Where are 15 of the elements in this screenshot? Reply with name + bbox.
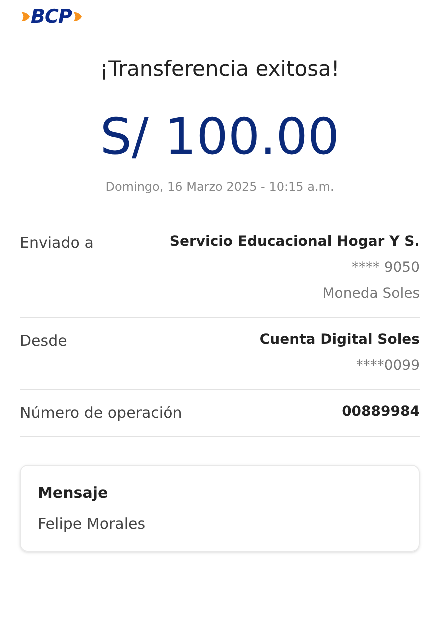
page-title: ¡Transferencia exitosa!	[99, 56, 341, 83]
message-text: Felipe Morales	[38, 514, 147, 534]
detail-value: Cuenta Digital Soles	[260, 330, 420, 350]
detail-label: Número de operación	[20, 402, 182, 424]
detail-label: Desde	[20, 330, 68, 352]
transfer-amount: S/ 100.00	[99, 112, 341, 162]
detail-value: ****0099	[356, 356, 420, 376]
bcp-logo: BCP	[20, 0, 420, 34]
transfer-date: Domingo, 16 Marzo 2025 - 10:15 a.m.	[104, 178, 336, 196]
detail-label: Enviado a	[20, 232, 94, 254]
detail-value: **** 9050	[352, 258, 420, 278]
detail-value: Servicio Educacional Hogar Y S.	[170, 232, 420, 252]
detail-value: 00889984	[342, 402, 420, 422]
message-title: Mensaje	[38, 483, 110, 504]
detail-value: Moneda Soles	[322, 284, 420, 304]
